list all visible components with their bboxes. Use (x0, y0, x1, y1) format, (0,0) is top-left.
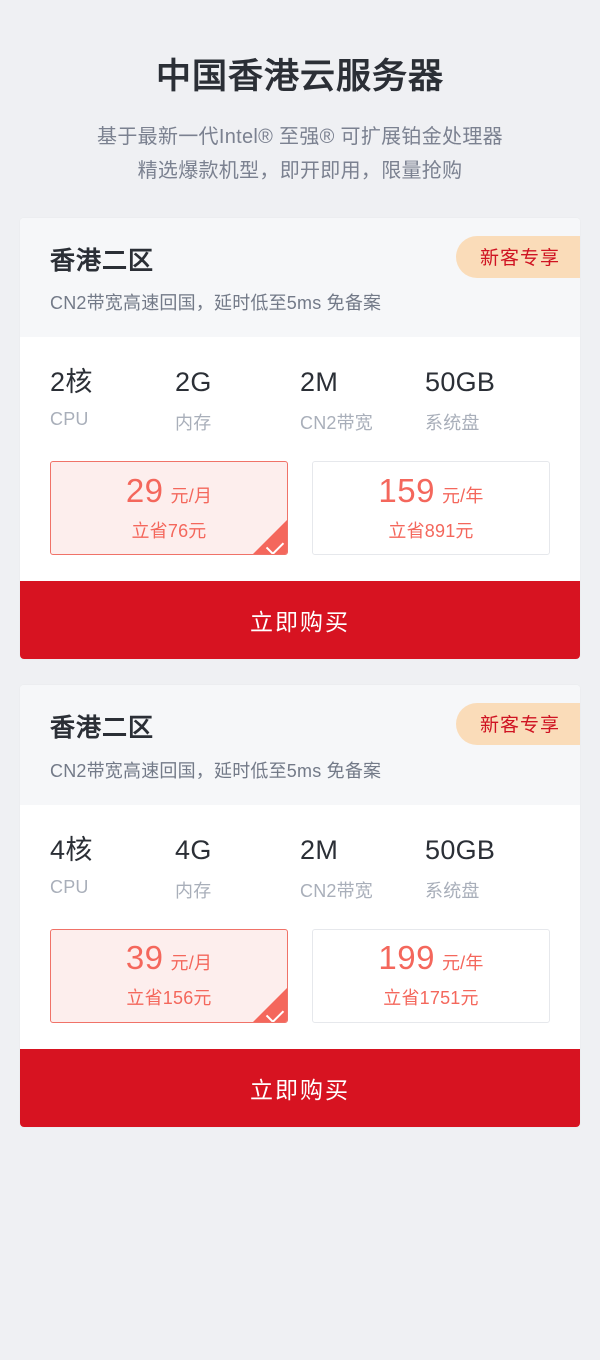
plan-spec-row: 2核 CPU 2G 内存 2M CN2带宽 50GB 系统盘 (20, 337, 580, 443)
spec-value: 50GB (425, 367, 496, 398)
price-main: 29 元/月 (126, 474, 212, 508)
spec-item-cpu: 2核 CPU (50, 367, 175, 435)
spec-value: 4G (175, 834, 212, 865)
plan-region-description: CN2带宽高速回国，延时低至5ms 免备案 (50, 293, 382, 314)
hero-subtitle-line: 精选爆款机型，即开即用，限量抢购 (137, 160, 463, 182)
plan-card-list: 香港二区 CN2带宽高速回国，延时低至5ms 免备案 新客专享 2核 CPU 2… (0, 218, 600, 1127)
promo-page: 中国香港云服务器 基于最新一代Intel® 至强® 可扩展铂金处理器 精选爆款机… (0, 0, 600, 1360)
price-option-monthly[interactable]: 39 元/月 立省156元 (50, 928, 288, 1023)
spec-label: CN2带宽 (300, 413, 374, 434)
spec-item-disk: 50GB 系统盘 (425, 367, 550, 435)
spec-value: 2M (300, 367, 339, 398)
status-badge: 新客专享 (455, 703, 580, 746)
price-option-yearly[interactable]: 199 元/年 立省1751元 (312, 928, 550, 1023)
spec-label: CN2带宽 (300, 880, 374, 901)
price-amount: 29 (125, 471, 164, 509)
hero-section: 中国香港云服务器 基于最新一代Intel® 至强® 可扩展铂金处理器 精选爆款机… (0, 0, 600, 188)
price-option-yearly[interactable]: 159 元/年 立省891元 (312, 461, 550, 556)
spec-item-cpu: 4核 CPU (50, 835, 175, 903)
price-unit: 元/年 (441, 953, 484, 974)
spec-value: 2M (300, 834, 339, 865)
price-savings: 立省156元 (126, 988, 212, 1009)
spec-item-disk: 50GB 系统盘 (425, 835, 550, 903)
spec-value: 2G (175, 367, 212, 398)
price-main: 199 元/年 (378, 941, 483, 975)
spec-item-bandwidth: 2M CN2带宽 (300, 835, 425, 903)
plan-card-header: 香港二区 CN2带宽高速回国，延时低至5ms 免备案 新客专享 (20, 218, 580, 338)
price-amount: 159 (378, 471, 435, 509)
status-badge: 新客专享 (455, 236, 580, 278)
check-icon (253, 520, 287, 555)
buy-now-button[interactable]: 立即购买 (20, 1048, 580, 1127)
spec-label: 内存 (175, 880, 212, 901)
price-savings: 立省891元 (388, 520, 474, 541)
price-unit: 元/月 (170, 953, 213, 974)
spec-label: CPU (50, 409, 89, 430)
price-savings: 立省76元 (131, 520, 207, 541)
price-unit: 元/年 (441, 485, 484, 506)
page-title: 中国香港云服务器 (155, 57, 444, 96)
spec-label: 内存 (175, 413, 212, 434)
price-option-group: 39 元/月 立省156元 199 元/年 立省1751元 (20, 911, 580, 1049)
spec-label: 系统盘 (425, 413, 480, 434)
plan-card: 香港二区 CN2带宽高速回国，延时低至5ms 免备案 新客专享 4核 CPU 4… (20, 685, 580, 1127)
spec-item-bandwidth: 2M CN2带宽 (300, 367, 425, 435)
check-icon (253, 987, 287, 1022)
price-savings: 立省1751元 (383, 988, 479, 1009)
price-amount: 39 (125, 939, 164, 977)
plan-region-description: CN2带宽高速回国，延时低至5ms 免备案 (50, 760, 382, 781)
price-main: 159 元/年 (378, 474, 483, 508)
hero-subtitle: 基于最新一代Intel® 至强® 可扩展铂金处理器 精选爆款机型，即开即用，限量… (0, 120, 600, 188)
price-amount: 199 (378, 939, 435, 977)
spec-value: 4核 (50, 834, 93, 865)
spec-item-memory: 4G 内存 (175, 835, 300, 903)
spec-label: CPU (50, 876, 89, 897)
price-option-group: 29 元/月 立省76元 159 元/年 立省891元 (20, 443, 580, 581)
plan-card: 香港二区 CN2带宽高速回国，延时低至5ms 免备案 新客专享 2核 CPU 2… (20, 218, 580, 660)
price-option-monthly[interactable]: 29 元/月 立省76元 (50, 461, 288, 556)
spec-value: 2核 (50, 367, 93, 398)
price-main: 39 元/月 (126, 941, 212, 975)
buy-now-button[interactable]: 立即购买 (20, 581, 580, 660)
plan-spec-row: 4核 CPU 4G 内存 2M CN2带宽 50GB 系统盘 (20, 805, 580, 911)
spec-label: 系统盘 (425, 880, 480, 901)
spec-value: 50GB (425, 834, 496, 865)
price-unit: 元/月 (170, 485, 213, 506)
plan-card-header: 香港二区 CN2带宽高速回国，延时低至5ms 免备案 新客专享 (20, 685, 580, 805)
hero-subtitle-line: 基于最新一代Intel® 至强® 可扩展铂金处理器 (97, 126, 503, 148)
spec-item-memory: 2G 内存 (175, 367, 300, 435)
